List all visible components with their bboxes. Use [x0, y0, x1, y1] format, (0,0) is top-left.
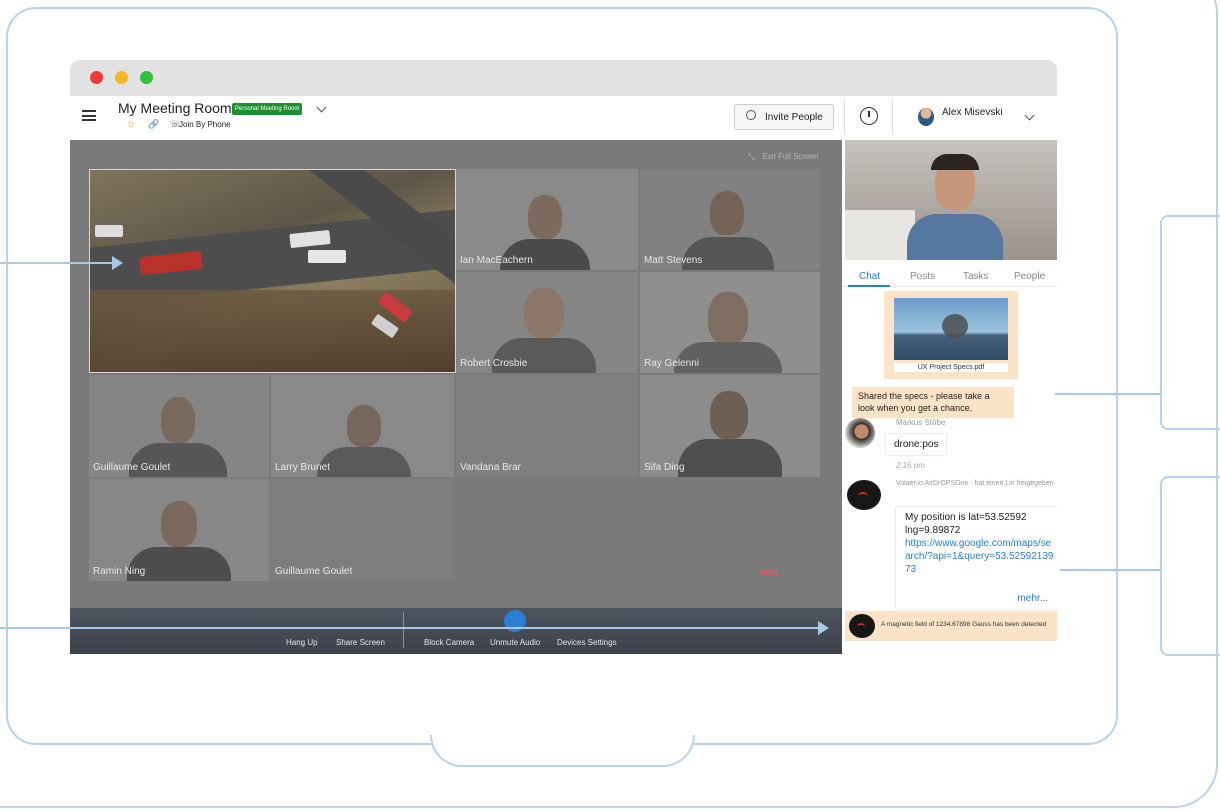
participant-name: Robert Crosbie [460, 358, 528, 369]
participant-tile[interactable]: Guillaume Goulet [89, 375, 269, 477]
message-text: My position is lat=53.52592 lng=9.89872 [905, 512, 1027, 536]
divider [403, 612, 404, 648]
participant-name: Guillaume Goulet [275, 566, 353, 577]
panel-tabs: Chat Posts Tasks People [842, 266, 1057, 287]
participant-tile[interactable]: Robert Crosbie [456, 272, 638, 373]
callout-arrow-left-bottom [0, 627, 818, 629]
vehicle [308, 250, 346, 263]
sun-icon[interactable]: ☼ [126, 118, 136, 130]
title-bar [70, 60, 1057, 96]
participant-tile[interactable]: Ramin Ning [89, 479, 269, 581]
participant-name: Ray Gelenni [644, 358, 700, 369]
clock-icon[interactable] [860, 107, 878, 125]
message-time: 2:16 pm [896, 461, 925, 470]
tab-tasks[interactable]: Tasks [963, 271, 989, 282]
shared-message: Shared the specs - please take a look wh… [852, 387, 1014, 419]
participant-name: Vandana Brar [460, 462, 521, 473]
invite-people-button[interactable]: Invite People [734, 104, 834, 130]
participant-tile[interactable]: Sifa Ding [640, 375, 820, 477]
message-bubble: My position is lat=53.52592 lng=9.89872 … [896, 507, 1057, 609]
tab-people[interactable]: People [1014, 271, 1045, 282]
callout-arrowhead [818, 621, 829, 635]
alert-text: A magnetic field of 1234.67898 Gauss has… [881, 621, 1047, 628]
devices-settings-button[interactable]: Devices Settings [557, 638, 617, 647]
participant-tile[interactable]: Matt Stevens [640, 169, 820, 270]
maximize-window-button[interactable] [140, 71, 153, 84]
participant-name: Matt Stevens [644, 255, 703, 266]
divider [892, 100, 893, 134]
room-title: My Meeting Room [118, 100, 232, 116]
vehicle [95, 225, 123, 237]
attachment-thumbnail [894, 298, 1008, 360]
hang-up-button[interactable]: Hang Up [286, 638, 318, 647]
chevron-down-icon[interactable] [316, 102, 327, 113]
participant-tile[interactable]: Ian MacEachern [456, 169, 638, 270]
device-notch [430, 735, 695, 767]
attachment-name: UX Project Specs.pdf [894, 363, 1008, 372]
room-type-badge: Personal Meeting Room [232, 103, 303, 115]
paperclip-icon[interactable]: 🔗 [148, 119, 159, 130]
participant-name: Guillaume Goulet [93, 462, 171, 473]
message-author: Markus Stöbe [896, 418, 946, 427]
participant-name: Ian MacEachern [460, 255, 533, 266]
video-stage: ⤡ Exit Full Screen Ian MacEachern Matt St… [70, 140, 842, 654]
callout-box-top [1160, 215, 1220, 430]
call-controls-bar: Hang Up Share Screen Block Camera Unmute… [70, 608, 842, 654]
share-screen-button[interactable]: Share Screen [336, 638, 385, 647]
invite-label: Invite People [765, 112, 823, 123]
avatar [847, 480, 881, 510]
user-name[interactable]: Alex Misevski [942, 107, 1003, 118]
exit-full-screen-button[interactable]: ⤡ Exit Full Screen [748, 152, 818, 162]
callout-box-bottom [1160, 476, 1220, 656]
hamburger-icon[interactable] [82, 110, 96, 121]
message-author: Volaer.io AirDrOPSOne - hat einen Lin fr… [896, 480, 1054, 487]
attachment-card[interactable]: UX Project Specs.pdf [884, 291, 1018, 379]
chevron-down-icon[interactable] [1024, 110, 1035, 121]
beta-label: BETA [761, 570, 779, 577]
maps-link[interactable]: https://www.google.com/maps/search/?api=… [905, 537, 1055, 576]
chat-messages: UX Project Specs.pdf Shared the specs - … [842, 287, 1057, 654]
participant-name: Ramin Ning [93, 566, 146, 577]
app-header: My Meeting Room Personal Meeting Room ☼ … [70, 96, 1057, 141]
app-window: My Meeting Room Personal Meeting Room ☼ … [70, 60, 1057, 654]
participant-tile[interactable]: Ray Gelenni [640, 272, 820, 373]
avatar [849, 614, 875, 638]
message-bubble: drone:pos [886, 434, 947, 455]
callout-line-right-top [1055, 393, 1160, 395]
minimize-window-button[interactable] [115, 71, 128, 84]
exit-fullscreen-icon: ⤡ [748, 152, 755, 161]
participant-tile[interactable]: Vandana Brar [456, 375, 638, 477]
callout-line-right-bottom [1060, 569, 1160, 571]
callout-arrowhead [112, 256, 123, 270]
participant-name: Larry Brunet [275, 462, 331, 473]
user-icon [746, 110, 756, 120]
tab-chat[interactable]: Chat [859, 271, 880, 282]
unmute-audio-button[interactable]: Unmute Audio [490, 638, 540, 647]
alert-row: A magnetic field of 1234.67898 Gauss has… [845, 611, 1057, 641]
participant-name: Sifa Ding [644, 462, 685, 473]
close-window-button[interactable] [90, 71, 103, 84]
side-panel: Chat Posts Tasks People UX Project Specs… [842, 140, 1057, 654]
divider [844, 100, 845, 134]
avatar [845, 418, 875, 448]
callout-arrow-left-top [0, 262, 112, 264]
show-more-link[interactable]: mehr... [1017, 593, 1048, 604]
participant-tile[interactable]: Guillaume Goulet [271, 479, 454, 581]
self-video[interactable] [845, 140, 1057, 260]
block-camera-button[interactable]: Block Camera [424, 638, 474, 647]
join-by-phone-link[interactable]: Join By Phone [179, 120, 231, 129]
participant-tile[interactable]: Larry Brunet [271, 375, 454, 477]
tab-posts[interactable]: Posts [910, 271, 935, 282]
drone-feed-tile[interactable] [89, 169, 456, 373]
avatar[interactable] [918, 108, 934, 126]
